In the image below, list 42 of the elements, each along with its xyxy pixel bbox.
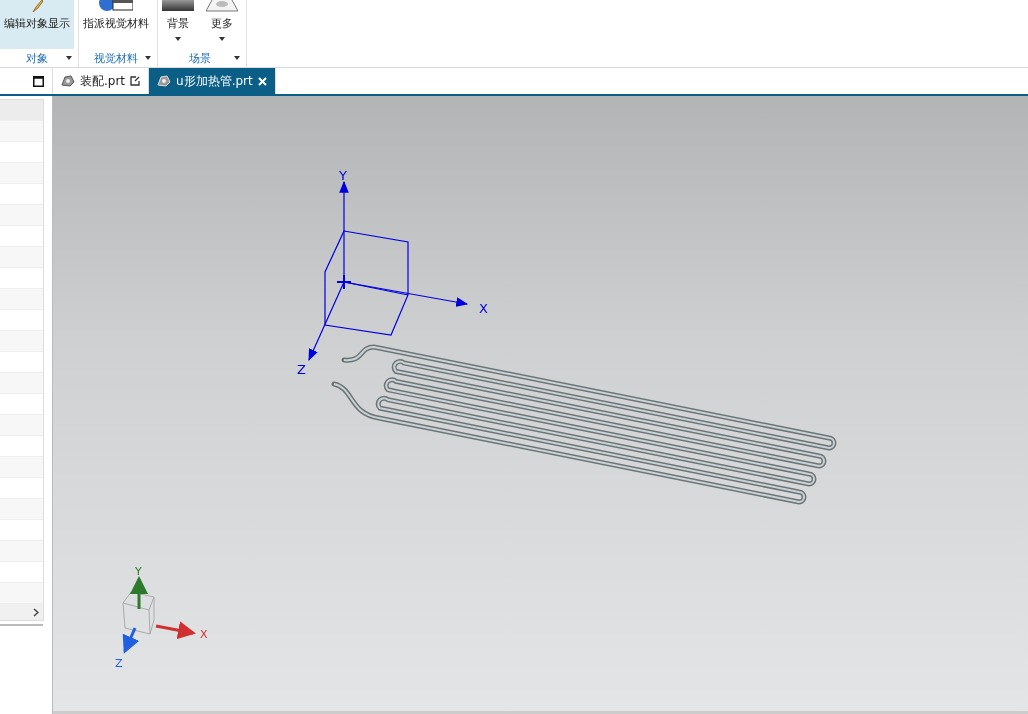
tab-label: u形加热管.prt xyxy=(176,72,253,90)
tab-label: 装配.prt xyxy=(80,72,126,90)
axis-label: Y xyxy=(339,168,347,183)
group-label: 视觉材料 xyxy=(94,50,138,66)
table-row[interactable] xyxy=(0,289,43,310)
close-icon[interactable] xyxy=(257,76,267,86)
table-row[interactable] xyxy=(0,373,43,394)
chevron-right-icon[interactable] xyxy=(33,607,39,617)
axis-label: X xyxy=(200,628,208,641)
axis-label: Y xyxy=(135,565,142,578)
caret-icon[interactable] xyxy=(145,56,151,60)
ribbon-button[interactable]: 背景 xyxy=(158,0,198,49)
ribbon-button[interactable]: 更多 xyxy=(202,0,242,49)
table-row[interactable] xyxy=(0,331,43,352)
part-icon xyxy=(157,75,172,87)
file-tab[interactable]: u形加热管.prt xyxy=(149,68,276,94)
part-icon xyxy=(61,75,75,87)
caret-icon[interactable] xyxy=(234,56,240,60)
table-row[interactable] xyxy=(0,121,43,142)
table-row[interactable] xyxy=(0,457,43,478)
ribbon-button[interactable]: 指派视觉材料 xyxy=(79,0,153,49)
table-row[interactable] xyxy=(0,247,43,268)
table-row[interactable] xyxy=(0,541,43,562)
horizontal-scrollbar[interactable] xyxy=(0,604,43,620)
axis-label: Z xyxy=(297,362,306,377)
background-icon xyxy=(162,0,194,12)
external-link-icon[interactable] xyxy=(130,76,141,86)
caret-icon[interactable] xyxy=(66,56,72,60)
table-row[interactable] xyxy=(0,205,43,226)
table-row[interactable] xyxy=(0,163,43,184)
table-header xyxy=(0,100,43,121)
brush-icon xyxy=(30,0,44,12)
table-row[interactable] xyxy=(0,415,43,436)
scrollbar[interactable] xyxy=(0,624,43,626)
ribbon-button[interactable]: 编辑对象显示 xyxy=(0,0,74,49)
graphics-viewport[interactable]: X Y Z X Y Z xyxy=(53,96,1028,714)
maximize-icon[interactable] xyxy=(33,75,44,87)
axis-label: Z xyxy=(115,657,123,670)
axis-label: X xyxy=(479,301,488,316)
table-row[interactable] xyxy=(0,499,43,520)
group-label: 对象 xyxy=(26,50,48,66)
group-label: 场景 xyxy=(189,50,211,66)
